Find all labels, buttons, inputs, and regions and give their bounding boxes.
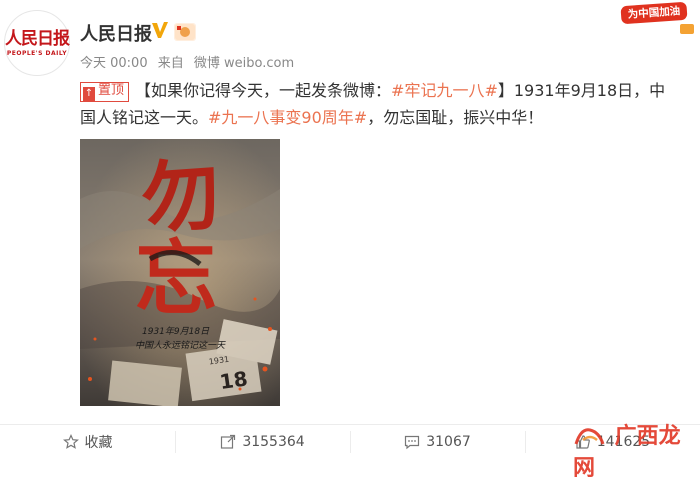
star-icon [62,434,79,449]
post-image[interactable]: 勿 忘 1931年9月18日 中国人永远铭记这一天 1931 18 [80,139,280,406]
post-text-end: ，勿忘国耻，振兴中华！ [367,108,544,127]
comment-count: 31067 [426,434,471,450]
post-time[interactable]: 今天 00:00 [80,56,148,71]
favorite-button[interactable]: 收藏 [0,425,175,459]
site-watermark: 广西龙网 [573,418,700,482]
fan-badge-icon [174,23,196,41]
watermark-logo-icon [574,428,605,445]
avatar-logo-text: 人民日报 [5,29,70,49]
repost-button[interactable]: 3155364 [175,425,350,459]
poster-num: 18 [218,366,249,394]
poster-date: 1931年9月18日 [142,326,210,337]
promo-label: 为中国加油 [620,1,688,25]
verified-v-icon [152,22,168,38]
hashtag-link[interactable]: #牢记九一八# [391,81,498,100]
poster-graphic: 勿 忘 1931年9月18日 中国人永远铭记这一天 1931 18 [80,139,280,406]
hashtag-link[interactable]: #九一八事变90周年# [208,108,367,127]
promo-tag-icon [680,24,694,34]
poster-char-2: 忘 [135,231,217,327]
post-text-open: 【如果你记得今天，一起发条微博： [135,81,392,100]
repost-count: 3155364 [242,434,305,450]
post-meta: 今天 00:00 来自 微博 weibo.com [80,52,300,71]
post-source-prefix: 来自 [157,56,184,71]
poster-line: 中国人永远铭记这一天 [135,340,226,351]
favorite-label: 收藏 [84,435,113,451]
comment-button[interactable]: 31067 [350,425,525,459]
post-text: ↑ 置顶 【如果你记得今天，一起发条微博：#牢记九一八#】1931年9月18日，中国… [80,77,680,131]
pinned-badge: ↑ 置顶 [80,82,130,102]
account-name[interactable]: 人民日报 [80,20,152,46]
avatar-logo-subtext: PEOPLE'S DAILY [6,50,68,57]
pinned-label: 置顶 [98,83,125,98]
account-avatar[interactable]: 人民日报 PEOPLE'S DAILY [4,10,70,76]
repost-icon [221,434,236,449]
comment-icon [405,435,420,450]
post-source[interactable]: 微博 weibo.com [194,56,294,71]
pin-icon: ↑ [83,87,95,101]
